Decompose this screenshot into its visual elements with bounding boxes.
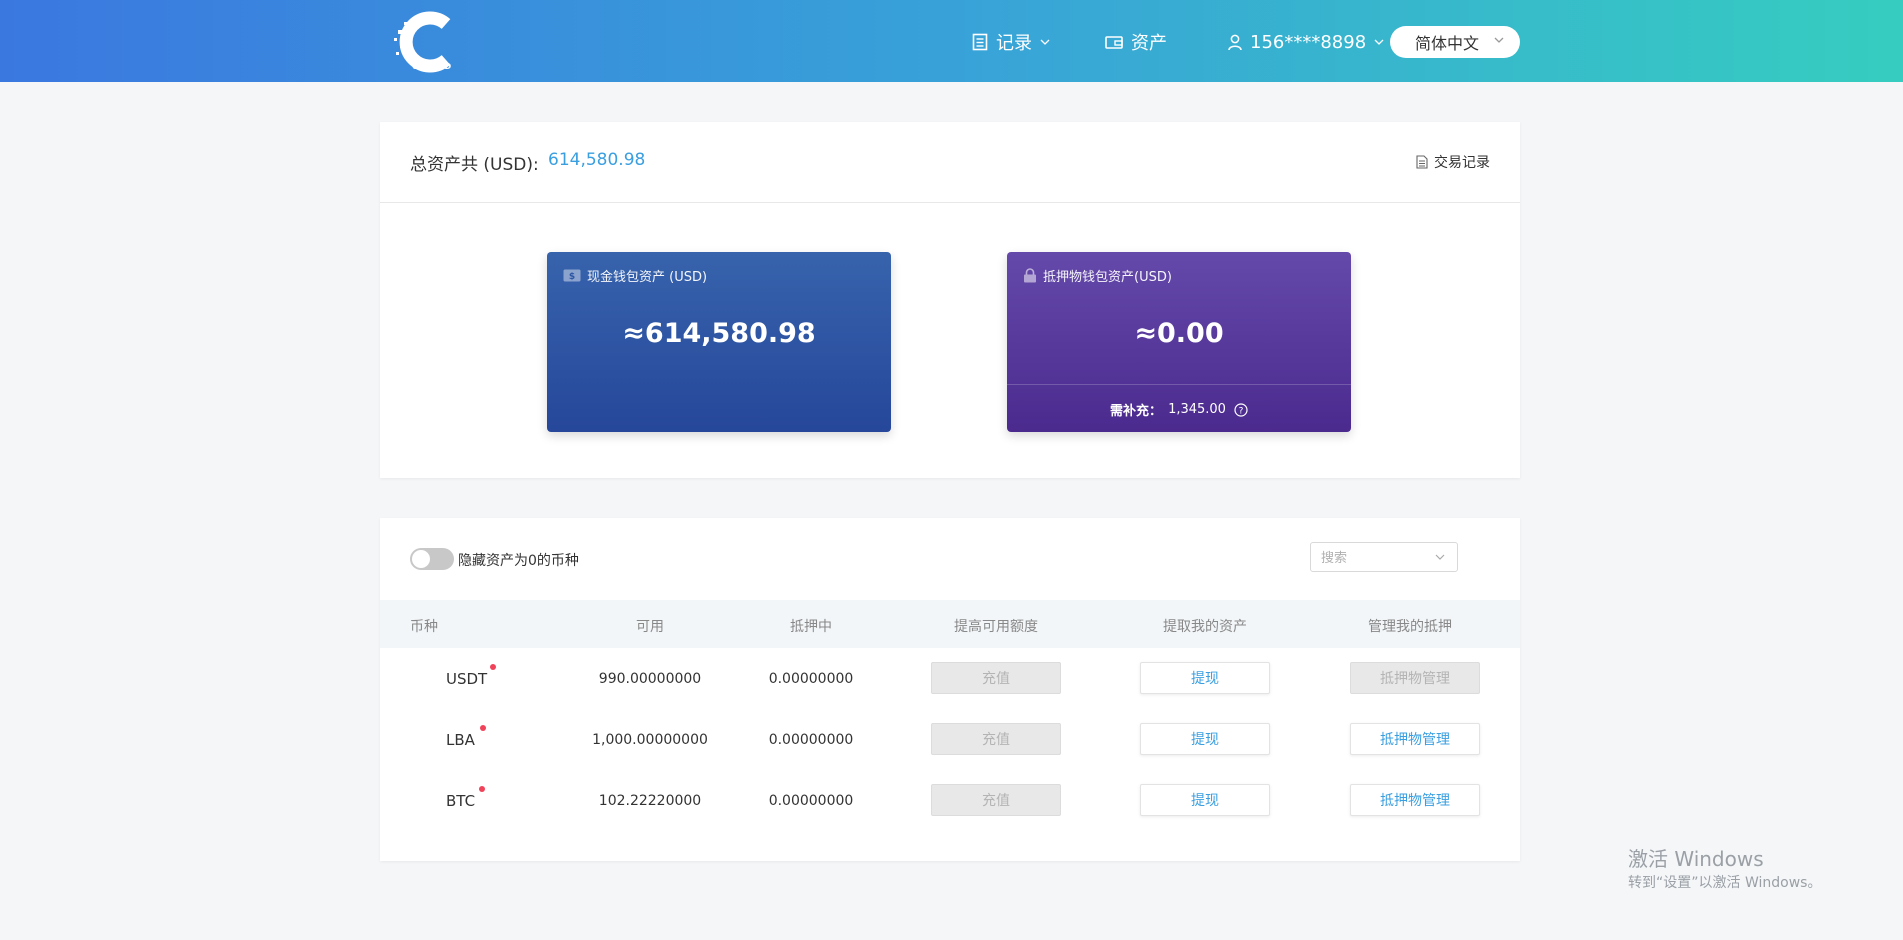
pledged-value: 0.00000000 xyxy=(768,793,854,809)
wallet-icon xyxy=(1105,35,1123,49)
hide-zero-assets-label: 隐藏资产为0的币种 xyxy=(458,553,579,569)
pledged-value: 0.00000000 xyxy=(768,671,854,687)
transaction-records-label: 交易记录 xyxy=(1434,155,1490,171)
pledge-need-supplement: 需补充： 1,345.00 ? xyxy=(1007,400,1351,419)
column-header-available: 可用 xyxy=(636,619,664,635)
cash-wallet-title: $ 现金钱包资产 (USD) xyxy=(563,266,707,285)
coin-name: BTC xyxy=(446,792,476,810)
table-row: USDT 990.00000000 0.00000000 充值 提现 抵押物管理 xyxy=(380,648,1520,709)
nav-records-menu[interactable]: 记录 xyxy=(972,28,1050,56)
pledge-wallet-amount: ≈0.00 xyxy=(1134,318,1224,349)
deposit-button[interactable]: 充值 xyxy=(931,662,1061,694)
help-question-icon[interactable]: ? xyxy=(1234,402,1248,417)
language-label: 简体中文 xyxy=(1415,34,1480,53)
column-header-withdraw: 提取我的资产 xyxy=(1163,619,1247,635)
search-input[interactable] xyxy=(1311,543,1433,573)
transaction-records-link[interactable]: 交易记录 xyxy=(1416,152,1490,172)
withdraw-button[interactable]: 提现 xyxy=(1140,662,1270,694)
manage-pledge-button[interactable]: 抵押物管理 xyxy=(1350,723,1480,755)
available-value: 990.00000000 xyxy=(598,671,702,687)
deposit-button[interactable]: 充值 xyxy=(931,784,1061,816)
nav-assets-link[interactable]: 资产 xyxy=(1105,28,1167,56)
pledge-wallet-title-text: 抵押物钱包资产(USD) xyxy=(1043,270,1172,285)
notification-dot xyxy=(480,725,486,731)
pledge-wallet-title: 抵押物钱包资产(USD) xyxy=(1023,266,1172,285)
total-assets-value: 614,580.98 xyxy=(548,150,646,170)
coin-name: USDT xyxy=(446,670,488,688)
withdraw-button[interactable]: 提现 xyxy=(1140,784,1270,816)
svg-text:$: $ xyxy=(569,272,575,282)
table-header: 币种 可用 抵押中 提高可用额度 提取我的资产 管理我的抵押 xyxy=(380,600,1520,648)
user-icon xyxy=(1228,34,1242,50)
asset-summary-panel: 总资产共 (USD): 614,580.98 交易记录 $ 现金钱包资产 (US… xyxy=(380,122,1520,478)
windows-activation-title: 激活 Windows xyxy=(1628,847,1764,871)
column-header-raise-limit: 提高可用额度 xyxy=(954,619,1038,635)
document-icon xyxy=(1416,155,1428,169)
pledge-wallet-card[interactable]: 抵押物钱包资产(USD) ≈0.00 需补充： 1,345.00 ? xyxy=(1007,252,1351,432)
chevron-down-icon xyxy=(1374,39,1384,45)
cash-wallet-title-text: 现金钱包资产 (USD) xyxy=(587,270,708,285)
asset-table-panel: 隐藏资产为0的币种 币种 可用 抵押中 提高可用额度 提取我的资产 管理我的抵押… xyxy=(380,518,1520,861)
document-list-icon xyxy=(972,33,988,51)
table-row: BTC 102.22220000 0.00000000 充值 提现 抵押物管理 xyxy=(380,770,1520,831)
chevron-down-icon xyxy=(1494,37,1504,43)
notification-dot xyxy=(479,786,485,792)
hide-zero-assets-toggle[interactable] xyxy=(410,548,454,570)
column-header-coin: 币种 xyxy=(410,619,438,635)
language-selector[interactable]: 简体中文 xyxy=(1390,26,1520,58)
pledged-value: 0.00000000 xyxy=(768,732,854,748)
lock-icon xyxy=(1024,268,1036,283)
user-phone-label: 156****8898 xyxy=(1250,31,1367,53)
column-header-pledged: 抵押中 xyxy=(790,619,832,635)
notification-dot xyxy=(490,664,496,670)
available-value: 102.22220000 xyxy=(598,793,702,809)
manage-pledge-button[interactable]: 抵押物管理 xyxy=(1350,784,1480,816)
manage-pledge-button[interactable]: 抵押物管理 xyxy=(1350,662,1480,694)
coin-name: LBA xyxy=(446,731,475,749)
deposit-button[interactable]: 充值 xyxy=(931,723,1061,755)
windows-activation-hint: 转到“设置”以激活 Windows。 xyxy=(1628,875,1822,891)
top-navigation-bar: CRED 记录 资产 156****8898 简体中文 xyxy=(0,0,1903,82)
logo-text: CRED xyxy=(412,62,457,71)
total-assets-label: 总资产共 (USD): xyxy=(410,155,539,175)
search-select[interactable] xyxy=(1310,542,1458,573)
summary-header: 总资产共 (USD): 614,580.98 交易记录 xyxy=(380,122,1520,203)
available-value: 1,000.00000000 xyxy=(592,732,708,748)
chevron-down-icon xyxy=(1040,39,1050,45)
withdraw-button[interactable]: 提现 xyxy=(1140,723,1270,755)
need-supplement-label: 需补充： xyxy=(1110,404,1163,419)
nav-records-label: 记录 xyxy=(996,33,1032,54)
need-supplement-value: 1,345.00 xyxy=(1168,402,1226,417)
cash-icon: $ xyxy=(563,269,581,282)
cash-wallet-card[interactable]: $ 现金钱包资产 (USD) ≈614,580.98 xyxy=(547,252,891,432)
nav-assets-label: 资产 xyxy=(1131,33,1167,54)
cash-wallet-amount: ≈614,580.98 xyxy=(622,318,816,349)
user-account-menu[interactable]: 156****8898 xyxy=(1228,28,1384,56)
column-header-manage-pledge: 管理我的抵押 xyxy=(1368,619,1452,635)
table-row: LBA 1,000.00000000 0.00000000 充值 提现 抵押物管… xyxy=(380,709,1520,770)
toggle-knob xyxy=(412,550,430,568)
pledge-wallet-divider xyxy=(1007,384,1351,385)
svg-text:?: ? xyxy=(1239,406,1244,416)
chevron-down-icon xyxy=(1435,554,1445,560)
